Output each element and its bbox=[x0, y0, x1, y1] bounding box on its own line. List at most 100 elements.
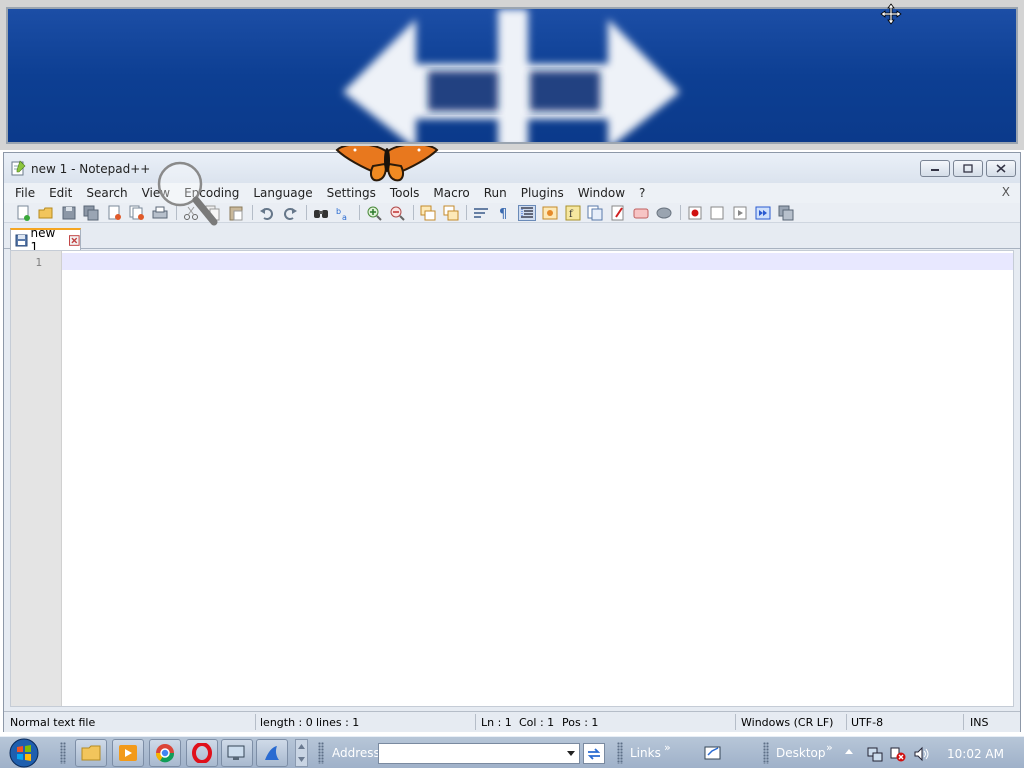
function-list-icon: f bbox=[565, 205, 581, 220]
stop-macro-button[interactable] bbox=[708, 205, 726, 221]
save-button[interactable] bbox=[60, 205, 78, 221]
replace-button[interactable]: ba bbox=[334, 205, 352, 221]
folder-workspace-button[interactable] bbox=[586, 205, 604, 221]
record-macro-button[interactable] bbox=[686, 205, 704, 221]
close-all-icon bbox=[129, 205, 144, 220]
address-dropdown-icon[interactable] bbox=[567, 751, 575, 756]
menu-plugins[interactable]: Plugins bbox=[521, 186, 564, 200]
volume-icon[interactable] bbox=[913, 746, 931, 762]
menu-window[interactable]: Window bbox=[578, 186, 625, 200]
fast-forward-icon bbox=[755, 206, 771, 219]
redo-icon bbox=[283, 207, 297, 220]
app-taskbar-button[interactable] bbox=[256, 739, 288, 767]
open-file-button[interactable] bbox=[37, 205, 55, 221]
run-macro-multiple-button[interactable] bbox=[754, 205, 772, 221]
comment-button[interactable] bbox=[655, 205, 673, 221]
close-file-icon bbox=[108, 205, 122, 220]
paste-button[interactable] bbox=[227, 205, 245, 221]
menu-help[interactable]: ? bbox=[639, 186, 645, 200]
save-all-button[interactable] bbox=[82, 205, 100, 221]
minimize-icon bbox=[931, 168, 939, 171]
text-editor[interactable]: 1 bbox=[10, 250, 1014, 707]
menu-language[interactable]: Language bbox=[253, 186, 312, 200]
chrome-taskbar-button[interactable] bbox=[149, 739, 181, 767]
opera-taskbar-button[interactable] bbox=[186, 739, 218, 767]
menu-settings[interactable]: Settings bbox=[327, 186, 376, 200]
menu-edit[interactable]: Edit bbox=[49, 186, 72, 200]
media-player-taskbar-button[interactable] bbox=[112, 739, 144, 767]
sync-vertical-button[interactable] bbox=[419, 205, 437, 221]
menu-file[interactable]: File bbox=[15, 186, 35, 200]
menu-search[interactable]: Search bbox=[86, 186, 127, 200]
tab-strip: new 1 bbox=[4, 225, 1020, 254]
close-all-button[interactable] bbox=[128, 205, 146, 221]
remote-desktop-taskbar-button[interactable] bbox=[221, 739, 253, 767]
butterfly-image bbox=[335, 146, 439, 182]
doc-map-button[interactable] bbox=[541, 205, 559, 221]
start-button-icon[interactable] bbox=[4, 738, 44, 768]
toolbar-grip[interactable] bbox=[318, 742, 324, 764]
svg-text:¶: ¶ bbox=[499, 207, 507, 221]
paste-icon bbox=[229, 206, 243, 220]
monitoring-button[interactable] bbox=[609, 205, 627, 221]
find-button[interactable] bbox=[312, 205, 330, 221]
function-list-button[interactable]: f bbox=[564, 205, 582, 221]
media-player-icon bbox=[119, 745, 137, 761]
toolbar-separator bbox=[359, 205, 361, 220]
chrome-icon bbox=[155, 744, 175, 763]
menu-run[interactable]: Run bbox=[484, 186, 507, 200]
desktop-chevron[interactable]: » bbox=[826, 741, 833, 754]
close-button[interactable] bbox=[986, 160, 1016, 177]
status-divider bbox=[963, 714, 964, 730]
shark-fin-icon bbox=[265, 746, 279, 760]
new-file-icon bbox=[17, 205, 30, 221]
current-line-highlight bbox=[62, 253, 1013, 270]
address-input[interactable] bbox=[378, 743, 580, 764]
toolbar-grip[interactable] bbox=[60, 742, 66, 764]
minimize-button[interactable] bbox=[920, 160, 950, 177]
monitoring-icon bbox=[611, 205, 624, 220]
show-all-chars-button[interactable]: ¶ bbox=[495, 205, 513, 221]
go-button[interactable] bbox=[583, 743, 605, 764]
zoom-out-button[interactable] bbox=[388, 205, 406, 221]
zoom-out-icon bbox=[390, 206, 405, 221]
tab-close-icon[interactable] bbox=[69, 234, 81, 246]
network-icon[interactable] bbox=[866, 746, 884, 762]
explorer-taskbar-button[interactable] bbox=[75, 739, 107, 767]
undo-button[interactable] bbox=[258, 205, 276, 221]
window-title: new 1 - Notepad++ bbox=[31, 162, 151, 176]
links-chevron[interactable]: » bbox=[664, 741, 671, 754]
close-button-tb[interactable] bbox=[105, 205, 123, 221]
save-macro-button[interactable] bbox=[777, 205, 795, 221]
sync-horizontal-button[interactable] bbox=[442, 205, 460, 221]
toolbar-separator bbox=[305, 205, 307, 220]
toolbar-separator bbox=[679, 205, 681, 220]
taskbar-scroll-arrows[interactable] bbox=[295, 739, 308, 767]
menu-tools[interactable]: Tools bbox=[390, 186, 420, 200]
new-file-button[interactable] bbox=[14, 205, 32, 221]
tab-new-1[interactable]: new 1 bbox=[10, 226, 81, 254]
close-document-button[interactable]: X bbox=[1002, 185, 1010, 199]
zoom-in-button[interactable] bbox=[365, 205, 383, 221]
panel-toggle-button[interactable] bbox=[632, 205, 650, 221]
svg-text:a: a bbox=[342, 213, 347, 221]
system-clock[interactable]: 10:02 AM bbox=[947, 747, 1004, 761]
restore-icon bbox=[963, 164, 973, 173]
play-macro-button[interactable] bbox=[731, 205, 749, 221]
go-arrows-icon bbox=[587, 747, 601, 760]
tablet-input-icon[interactable] bbox=[704, 745, 722, 761]
word-wrap-button[interactable] bbox=[472, 205, 490, 221]
show-hidden-icons-icon[interactable] bbox=[845, 749, 853, 754]
toolbar-grip[interactable] bbox=[617, 742, 623, 764]
undo-icon bbox=[259, 207, 273, 220]
menu-macro[interactable]: Macro bbox=[433, 186, 469, 200]
indent-guide-button[interactable] bbox=[517, 204, 536, 221]
zoom-in-icon bbox=[367, 206, 382, 221]
redo-button[interactable] bbox=[281, 205, 299, 221]
indent-guide-icon bbox=[520, 206, 533, 218]
toolbar-grip[interactable] bbox=[763, 742, 769, 764]
action-center-icon[interactable] bbox=[889, 746, 907, 762]
line-number-gutter: 1 bbox=[11, 251, 62, 706]
status-line: Ln : 1 bbox=[481, 716, 512, 729]
maximize-button[interactable] bbox=[953, 160, 983, 177]
